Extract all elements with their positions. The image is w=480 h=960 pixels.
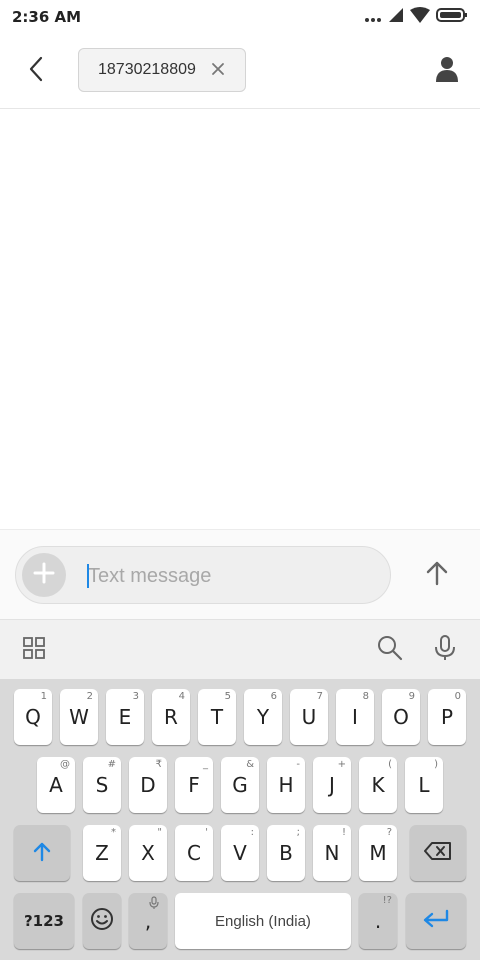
key-o[interactable]: 9O [382, 689, 420, 745]
emoji-key[interactable] [83, 893, 121, 949]
recipient-number: 18730218809 [98, 61, 196, 78]
key-j[interactable]: + J [313, 757, 351, 813]
shift-key[interactable] [14, 825, 70, 881]
key-l[interactable]: ) L [405, 757, 443, 813]
conversation-header: 18730218809 [0, 34, 480, 109]
recipient-chip[interactable]: 18730218809 [78, 48, 246, 92]
key-z[interactable]: * Z [83, 825, 121, 881]
key-v[interactable]: :V [221, 825, 259, 881]
remove-recipient-button[interactable] [209, 61, 227, 79]
person-icon [436, 56, 458, 86]
period-key[interactable]: !? . [359, 893, 397, 949]
composer-bar [0, 529, 480, 620]
backspace-icon [424, 841, 452, 865]
key-f[interactable]: _ F [175, 757, 213, 813]
key-t[interactable]: 5T [198, 689, 236, 745]
status-icons [364, 7, 468, 27]
key-u[interactable]: 7U [290, 689, 328, 745]
search-icon [377, 635, 403, 665]
enter-icon [422, 909, 450, 933]
key-a[interactable]: @ A [37, 757, 75, 813]
close-icon [211, 61, 225, 80]
key-c[interactable]: ' C [175, 825, 213, 881]
keyboard-toolbar [0, 619, 480, 680]
back-arrow-icon [28, 56, 44, 86]
key-w[interactable]: 2W [60, 689, 98, 745]
key-m[interactable]: ? M [359, 825, 397, 881]
key-p[interactable]: 0P [428, 689, 466, 745]
grid-button[interactable] [18, 634, 50, 666]
plus-icon [33, 562, 55, 588]
key-y[interactable]: 6Y [244, 689, 282, 745]
key-i[interactable]: 8I [336, 689, 374, 745]
back-button[interactable] [20, 54, 52, 88]
enter-key[interactable] [406, 893, 466, 949]
backspace-key[interactable] [410, 825, 466, 881]
contact-button[interactable] [432, 54, 462, 88]
key-s[interactable]: # S [83, 757, 121, 813]
microphone-icon [434, 635, 456, 665]
smiley-icon [90, 907, 114, 935]
key-k[interactable]: (K [359, 757, 397, 813]
key-g[interactable]: & G [221, 757, 259, 813]
key-q[interactable]: 1Q [14, 689, 52, 745]
key-n[interactable]: ! N [313, 825, 351, 881]
message-input[interactable] [86, 557, 380, 595]
comma-key[interactable]: , [129, 893, 167, 949]
send-button[interactable] [420, 558, 454, 592]
wifi-icon [410, 7, 430, 27]
attach-button[interactable] [22, 553, 66, 597]
arrow-up-icon [425, 560, 449, 590]
mic-hint-icon [149, 896, 159, 913]
voice-input-button[interactable] [429, 634, 461, 666]
space-key[interactable]: English (India) [175, 893, 351, 949]
grid-icon [23, 637, 45, 663]
key-x[interactable]: " X [129, 825, 167, 881]
key-b[interactable]: ; B [267, 825, 305, 881]
key-h[interactable]: -H [267, 757, 305, 813]
key-e[interactable]: 3E [106, 689, 144, 745]
conversation-area [0, 109, 480, 529]
key-d[interactable]: ₹ D [129, 757, 167, 813]
status-bar: 2:36 AM [0, 0, 480, 34]
text-caret [87, 564, 89, 588]
status-time: 2:36 AM [12, 8, 82, 26]
more-dots-icon [364, 8, 382, 27]
key-r[interactable]: 4R [152, 689, 190, 745]
shift-arrow-icon [31, 840, 53, 866]
symbols-key[interactable]: ?123 [14, 893, 74, 949]
keyboard: 1Q 2W 3E 4R 5T 6Y 7U 8I 9O 0P @ A # S ₹ D _… [0, 679, 480, 960]
search-button[interactable] [374, 634, 406, 666]
message-field [15, 546, 391, 604]
battery-icon [436, 7, 468, 27]
signal-icon [388, 7, 404, 27]
